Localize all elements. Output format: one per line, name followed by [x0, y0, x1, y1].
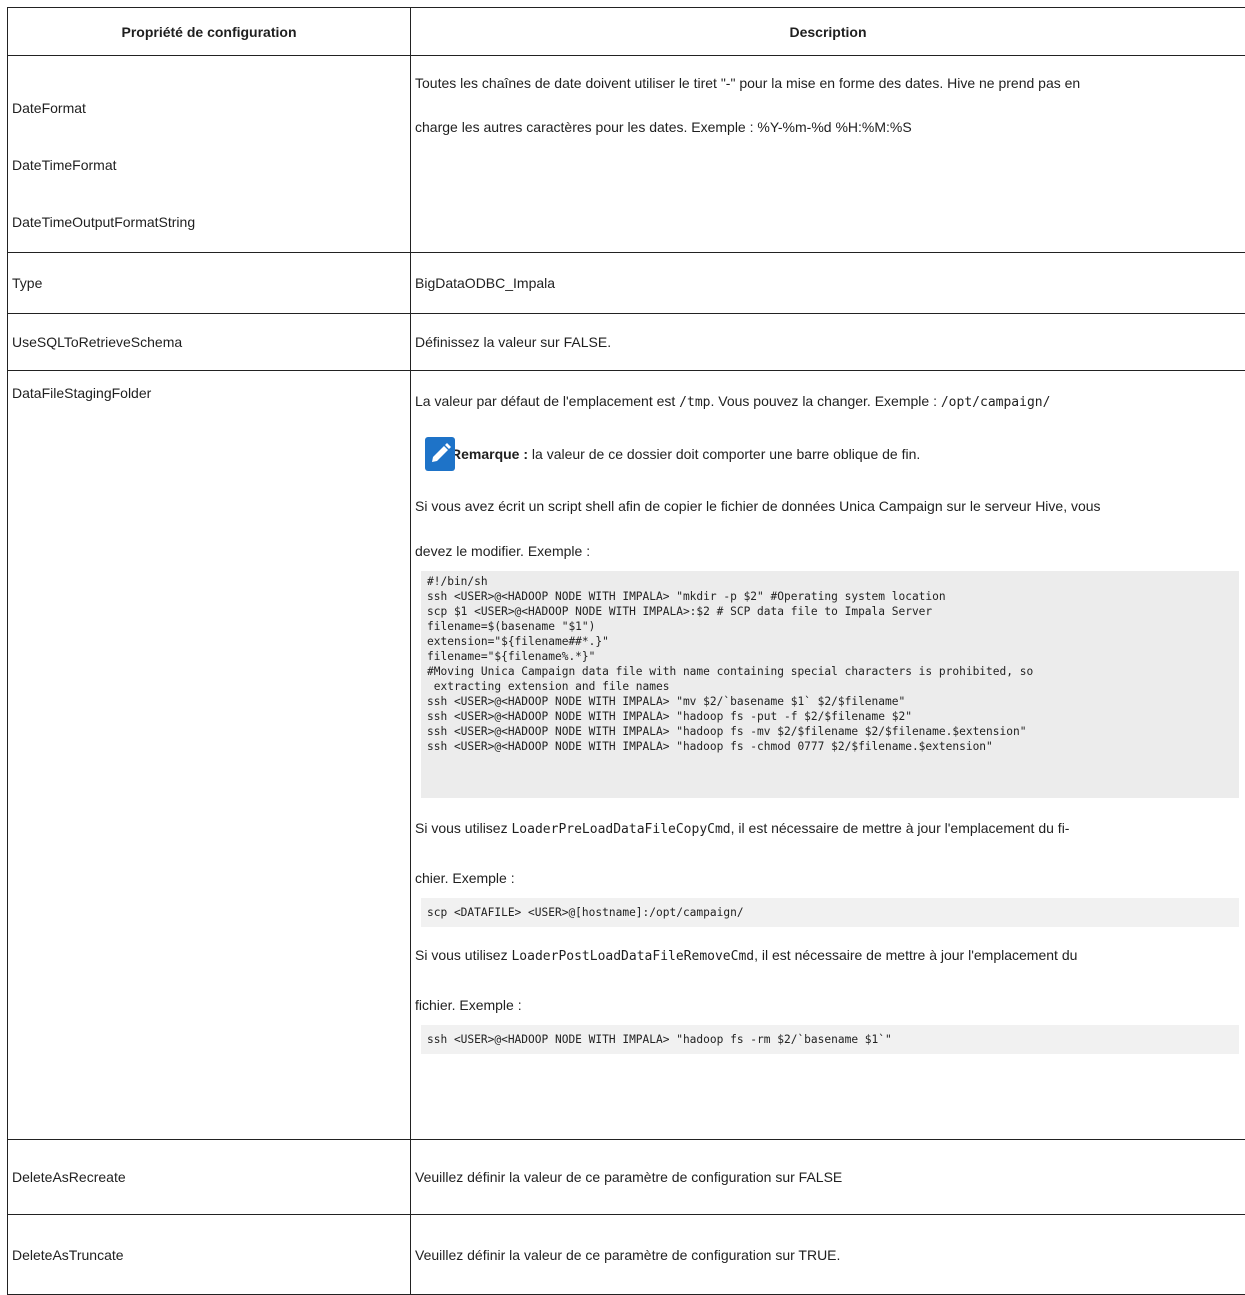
- note-text: la valeur de ce dossier doit comporter u…: [528, 446, 920, 462]
- description-text: charge les autres caractères pour les da…: [415, 108, 1241, 146]
- property-name: UseSQLToRetrieveSchema: [8, 334, 410, 350]
- description-text: Toutes les chaînes de date doivent utili…: [415, 58, 1241, 108]
- property-cell: UseSQLToRetrieveSchema: [8, 314, 411, 371]
- code-line: ssh <USER>@<HADOOP NODE WITH IMPALA> "ha…: [427, 709, 1233, 724]
- code-line: ssh <USER>@<HADOOP NODE WITH IMPALA> "mv…: [427, 694, 1233, 709]
- property-name: DateFormat: [12, 80, 406, 137]
- property-name: DateTimeOutputFormatString: [12, 194, 406, 251]
- code-line: #!/bin/sh: [427, 574, 1233, 589]
- description-text: La valeur par défaut de l'emplacement es…: [415, 377, 1241, 427]
- code-line: filename="${filename%.*}": [427, 649, 1233, 664]
- description-text: Veuillez définir la valeur de ce paramèt…: [411, 1169, 1245, 1185]
- description-text: devez le modifier. Exemple :: [415, 531, 1241, 571]
- description-text: chier. Exemple :: [415, 858, 1241, 898]
- description-cell: Toutes les chaînes de date doivent utili…: [411, 56, 1245, 253]
- description-cell: Veuillez définir la valeur de ce paramèt…: [411, 1215, 1245, 1295]
- property-name: DeleteAsTruncate: [8, 1247, 410, 1263]
- description-text: Définissez la valeur sur FALSE.: [411, 334, 1245, 350]
- description-text: BigDataODBC_Impala: [411, 275, 1245, 291]
- table-header-row: Propriété de configuration Description: [8, 8, 1245, 56]
- description-text: Si vous utilisez LoaderPreLoadDataFileCo…: [415, 800, 1241, 858]
- table-row: UseSQLToRetrieveSchema Définissez la val…: [8, 314, 1245, 371]
- note-callout: Remarque : la valeur de ce dossier doit …: [415, 427, 1241, 481]
- code-block: ssh <USER>@<HADOOP NODE WITH IMPALA> "ha…: [421, 1025, 1239, 1054]
- description-text: fichier. Exemple :: [415, 985, 1241, 1025]
- inline-code: LoaderPreLoadDataFileCopyCmd: [511, 822, 730, 837]
- code-line: filename=$(basename "$1"): [427, 619, 1233, 634]
- property-name: DateTimeFormat: [12, 137, 406, 194]
- description-text: Si vous avez écrit un script shell afin …: [415, 481, 1241, 531]
- header-property: Propriété de configuration: [8, 8, 411, 56]
- inline-code: /tmp: [679, 395, 710, 410]
- table-row: Type BigDataODBC_Impala: [8, 253, 1245, 314]
- description-cell: Veuillez définir la valeur de ce paramèt…: [411, 1140, 1245, 1215]
- note-label: Remarque :: [451, 446, 528, 462]
- inline-code: LoaderPostLoadDataFileRemoveCmd: [511, 949, 754, 964]
- description-cell: La valeur par défaut de l'emplacement es…: [411, 371, 1245, 1140]
- table-row: DataFileStagingFolder La valeur par défa…: [8, 371, 1245, 1140]
- code-line: extracting extension and file names: [427, 679, 1233, 694]
- property-cell: Type: [8, 253, 411, 314]
- description-cell: Définissez la valeur sur FALSE.: [411, 314, 1245, 371]
- property-cell: DataFileStagingFolder: [8, 371, 411, 1140]
- code-line: ssh <USER>@<HADOOP NODE WITH IMPALA> "ha…: [427, 739, 1233, 754]
- code-line: scp $1 <USER>@<HADOOP NODE WITH IMPALA>:…: [427, 604, 1233, 619]
- property-cell: DeleteAsRecreate: [8, 1140, 411, 1215]
- description-text: Veuillez définir la valeur de ce paramèt…: [411, 1247, 1245, 1263]
- header-description: Description: [411, 8, 1245, 56]
- inline-code: /opt/campaign/: [941, 395, 1051, 410]
- code-line: extension="${filename##*.}": [427, 634, 1233, 649]
- property-name: DataFileStagingFolder: [8, 371, 410, 401]
- code-line: ssh <USER>@<HADOOP NODE WITH IMPALA> "mk…: [427, 589, 1233, 604]
- table-row: DateFormat DateTimeFormat DateTimeOutput…: [8, 56, 1245, 253]
- description-cell: BigDataODBC_Impala: [411, 253, 1245, 314]
- description-text: Si vous utilisez LoaderPostLoadDataFileR…: [415, 927, 1241, 985]
- table-row: DeleteAsRecreate Veuillez définir la val…: [8, 1140, 1245, 1215]
- property-name: Type: [8, 275, 410, 291]
- config-table: Propriété de configuration Description D…: [7, 7, 1245, 1295]
- property-name: DeleteAsRecreate: [8, 1169, 410, 1185]
- code-block: #!/bin/shssh <USER>@<HADOOP NODE WITH IM…: [421, 571, 1239, 798]
- property-cell: DeleteAsTruncate: [8, 1215, 411, 1295]
- table-row: DeleteAsTruncate Veuillez définir la val…: [8, 1215, 1245, 1295]
- pencil-icon: [425, 437, 455, 471]
- property-cell: DateFormat DateTimeFormat DateTimeOutput…: [8, 56, 411, 253]
- code-block: scp <DATAFILE> <USER>@[hostname]:/opt/ca…: [421, 898, 1239, 927]
- code-line: #Moving Unica Campaign data file with na…: [427, 664, 1233, 679]
- code-line: ssh <USER>@<HADOOP NODE WITH IMPALA> "ha…: [427, 724, 1233, 739]
